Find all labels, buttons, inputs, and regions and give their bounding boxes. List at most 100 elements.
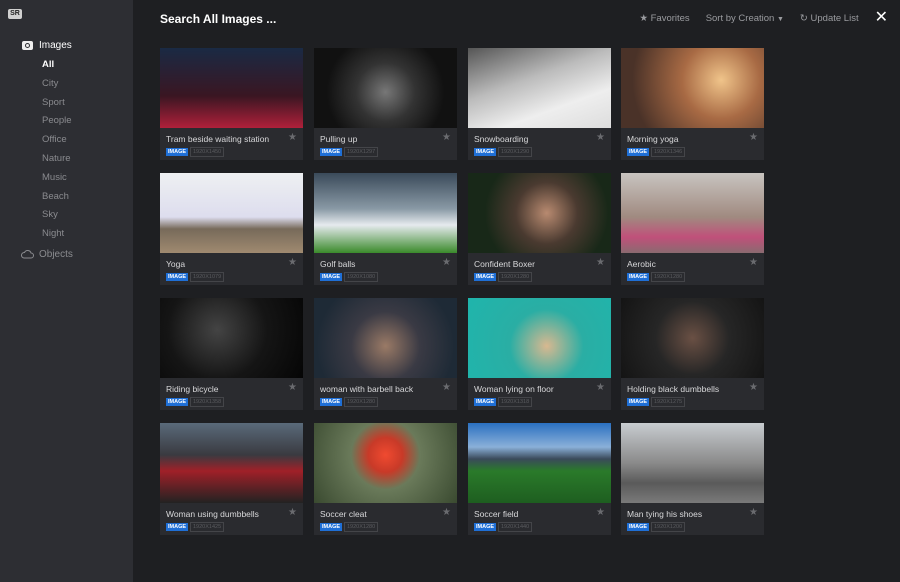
image-card[interactable]: Woman using dumbbells ★ IMAGE 1920X1425 — [160, 423, 303, 535]
image-thumbnail[interactable] — [621, 48, 764, 128]
type-badge: IMAGE — [627, 523, 650, 531]
sidebar-section-label: Objects — [39, 249, 73, 260]
image-card[interactable]: Man tying his shoes ★ IMAGE 1920X1200 — [621, 423, 764, 535]
sidebar-item-sport[interactable]: Sport — [42, 97, 65, 108]
image-thumbnail[interactable] — [468, 423, 611, 503]
type-badge: IMAGE — [166, 523, 189, 531]
image-thumbnail[interactable] — [160, 423, 303, 503]
dimensions-label: 1920X1318 — [498, 397, 533, 407]
image-title: Soccer field — [474, 509, 519, 519]
image-title: Yoga — [166, 259, 186, 269]
image-title: Tram beside waiting station — [166, 134, 270, 144]
image-thumbnail[interactable] — [160, 173, 303, 253]
sidebar-item-beach[interactable]: Beach — [42, 191, 69, 202]
favorite-star-icon[interactable]: ★ — [596, 132, 605, 143]
favorite-star-icon[interactable]: ★ — [749, 507, 758, 518]
sidebar-item-sky[interactable]: Sky — [42, 209, 58, 220]
favorite-star-icon[interactable]: ★ — [288, 132, 297, 143]
favorite-star-icon[interactable]: ★ — [442, 257, 451, 268]
image-card[interactable]: Soccer field ★ IMAGE 1920X1440 — [468, 423, 611, 535]
star-icon: ★ — [639, 12, 648, 24]
image-card[interactable]: Snowboarding ★ IMAGE 1920X1290 — [468, 48, 611, 160]
image-thumbnail[interactable] — [621, 298, 764, 378]
image-thumbnail[interactable] — [314, 173, 457, 253]
image-thumbnail[interactable] — [468, 173, 611, 253]
sidebar-item-office[interactable]: Office — [42, 134, 67, 145]
dimensions-label: 1920X1280 — [498, 272, 533, 282]
sidebar-item-nature[interactable]: Nature — [42, 153, 71, 164]
type-badge: IMAGE — [320, 398, 343, 406]
sidebar-section-label: Images — [39, 40, 72, 51]
image-card[interactable]: Confident Boxer ★ IMAGE 1920X1280 — [468, 173, 611, 285]
image-title: Soccer cleat — [320, 509, 367, 519]
close-icon[interactable]: ✕ — [875, 10, 888, 26]
logo: SR — [8, 9, 22, 19]
image-title: woman with barbell back — [320, 384, 414, 394]
sidebar-item-music[interactable]: Music — [42, 172, 67, 183]
image-card[interactable]: Riding bicycle ★ IMAGE 1920X1358 — [160, 298, 303, 410]
sidebar-item-all[interactable]: All — [42, 59, 54, 70]
dimensions-label: 1920X1079 — [190, 272, 225, 282]
favorite-star-icon[interactable]: ★ — [288, 257, 297, 268]
image-card[interactable]: Golf balls ★ IMAGE 1920X1080 — [314, 173, 457, 285]
image-card[interactable]: Yoga ★ IMAGE 1920X1079 — [160, 173, 303, 285]
favorite-star-icon[interactable]: ★ — [442, 382, 451, 393]
sidebar-section-objects[interactable]: Objects — [21, 249, 73, 260]
update-list-button[interactable]: ↻ Update List — [800, 13, 859, 24]
type-badge: IMAGE — [320, 523, 343, 531]
favorite-star-icon[interactable]: ★ — [749, 382, 758, 393]
sidebar: SR Images All City Sport People Office Nature… — [0, 0, 133, 582]
dimensions-label: 1920X1080 — [344, 272, 379, 282]
image-title: Woman using dumbbells — [166, 509, 259, 519]
cloud-icon — [21, 250, 34, 259]
image-title: Riding bicycle — [166, 384, 219, 394]
favorites-button[interactable]: ★ Favorites — [639, 13, 689, 24]
sidebar-item-night[interactable]: Night — [42, 228, 64, 239]
favorite-star-icon[interactable]: ★ — [442, 507, 451, 518]
favorite-star-icon[interactable]: ★ — [288, 507, 297, 518]
image-card[interactable]: Woman lying on floor ★ IMAGE 1920X1318 — [468, 298, 611, 410]
favorite-star-icon[interactable]: ★ — [288, 382, 297, 393]
sidebar-item-people[interactable]: People — [42, 115, 72, 126]
image-thumbnail[interactable] — [621, 423, 764, 503]
image-card[interactable]: Soccer cleat ★ IMAGE 1920X1280 — [314, 423, 457, 535]
type-badge: IMAGE — [474, 523, 497, 531]
dimensions-label: 1920X1280 — [344, 522, 379, 532]
camera-icon — [22, 41, 33, 50]
image-card[interactable]: Pulling up ★ IMAGE 1920X1297 — [314, 48, 457, 160]
favorite-star-icon[interactable]: ★ — [442, 132, 451, 143]
dimensions-label: 1920X1450 — [190, 147, 225, 157]
image-thumbnail[interactable] — [314, 298, 457, 378]
favorite-star-icon[interactable]: ★ — [596, 382, 605, 393]
image-thumbnail[interactable] — [468, 298, 611, 378]
image-card[interactable]: Tram beside waiting station ★ IMAGE 1920… — [160, 48, 303, 160]
toolbar: ★ Favorites Sort by Creation ▼ ↻ Update … — [639, 10, 888, 26]
type-badge: IMAGE — [320, 273, 343, 281]
image-card[interactable]: Aerobic ★ IMAGE 1920X1280 — [621, 173, 764, 285]
image-thumbnail[interactable] — [314, 48, 457, 128]
image-thumbnail[interactable] — [314, 423, 457, 503]
image-card[interactable]: woman with barbell back ★ IMAGE 1920X128… — [314, 298, 457, 410]
dimensions-label: 1920X1280 — [651, 272, 686, 282]
sidebar-item-city[interactable]: City — [42, 78, 58, 89]
refresh-icon: ↻ — [799, 12, 808, 24]
dimensions-label: 1920X1346 — [651, 147, 686, 157]
image-thumbnail[interactable] — [160, 48, 303, 128]
type-badge: IMAGE — [474, 398, 497, 406]
favorite-star-icon[interactable]: ★ — [749, 257, 758, 268]
sort-dropdown[interactable]: Sort by Creation ▼ — [706, 13, 784, 24]
image-thumbnail[interactable] — [468, 48, 611, 128]
image-thumbnail[interactable] — [621, 173, 764, 253]
dimensions-label: 1920X1290 — [498, 147, 533, 157]
type-badge: IMAGE — [474, 148, 497, 156]
image-thumbnail[interactable] — [160, 298, 303, 378]
sidebar-section-images[interactable]: Images — [22, 40, 72, 51]
image-title: Pulling up — [320, 134, 358, 144]
favorite-star-icon[interactable]: ★ — [596, 507, 605, 518]
favorite-star-icon[interactable]: ★ — [596, 257, 605, 268]
favorite-star-icon[interactable]: ★ — [749, 132, 758, 143]
search-input[interactable]: Search All Images ... — [160, 12, 276, 26]
image-card[interactable]: Morning yoga ★ IMAGE 1920X1346 — [621, 48, 764, 160]
image-card[interactable]: Holding black dumbbells ★ IMAGE 1920X127… — [621, 298, 764, 410]
image-title: Morning yoga — [627, 134, 679, 144]
